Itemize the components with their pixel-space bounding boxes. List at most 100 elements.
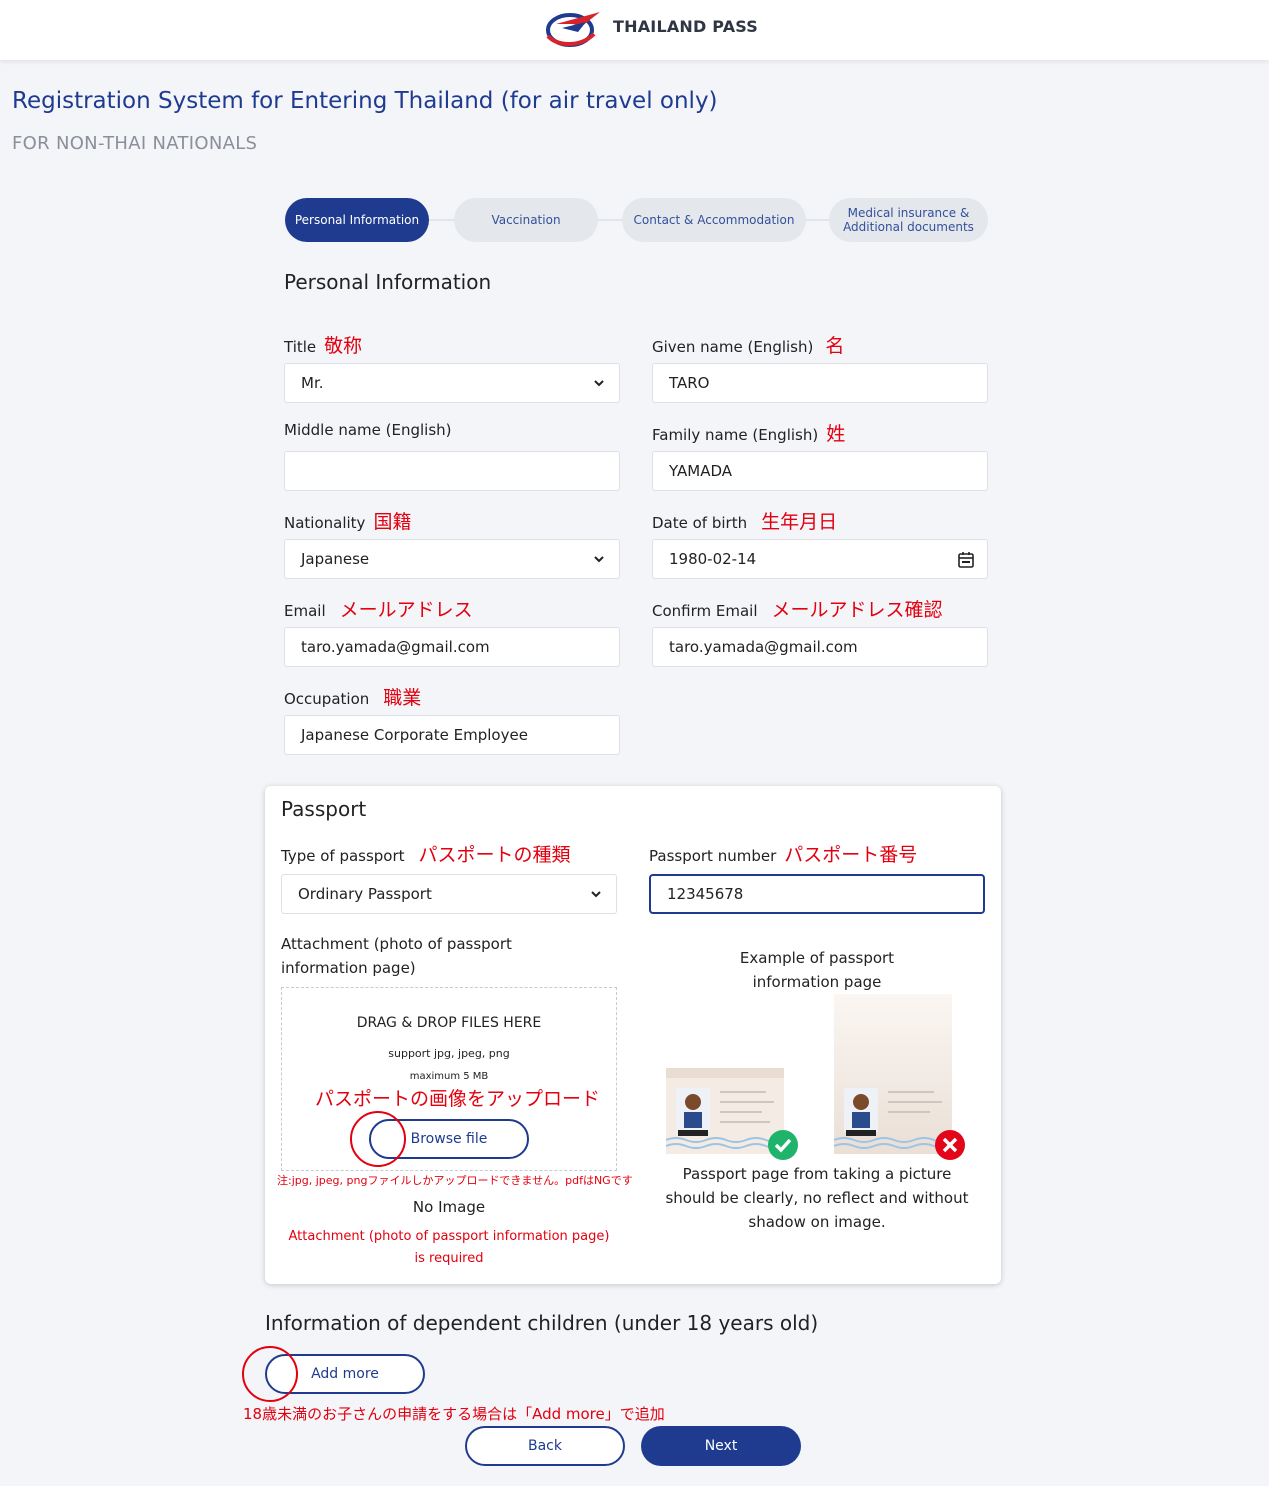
jp-annotation: 名 <box>825 335 845 357</box>
step-label: Personal Information <box>294 213 420 227</box>
page-title: Registration System for Entering Thailan… <box>12 88 718 114</box>
label-text: Type of passport <box>281 847 405 865</box>
passport-photo-caption: Passport page from taking a picture shou… <box>646 1162 988 1234</box>
label-text: Occupation <box>284 690 370 708</box>
attachment-label: Attachment (photo of passport informatio… <box>281 932 512 980</box>
error-line: is required <box>414 1251 484 1266</box>
input-value: YAMADA <box>669 462 733 480</box>
caption-line: Passport page from taking a picture <box>682 1165 952 1183</box>
jp-annotation: 敬称 <box>324 335 363 357</box>
jp-annotation: 生年月日 <box>761 511 838 533</box>
step-contact-accommodation[interactable]: Contact & Accommodation <box>622 198 806 242</box>
annotation-circle <box>242 1346 298 1402</box>
given-name-input[interactable]: TARO <box>652 363 988 403</box>
passport-number-input[interactable]: 12345678 <box>649 874 985 914</box>
top-bar: THAILAND PASS <box>0 0 1269 60</box>
nationality-label: Nationality 国籍 <box>284 507 411 534</box>
step-label: Contact & Accommodation <box>633 213 795 227</box>
label-text: Nationality <box>284 514 366 532</box>
select-value: Ordinary Passport <box>298 885 432 903</box>
jp-annotation: メールアドレス確認 <box>771 599 943 621</box>
confirm-email-input[interactable]: taro.yamada@gmail.com <box>652 627 988 667</box>
section-title-children: Information of dependent children (under… <box>265 1311 819 1335</box>
back-button[interactable]: Back <box>465 1426 625 1466</box>
email-label: Email メールアドレス <box>284 595 473 622</box>
input-value: Japanese Corporate Employee <box>301 726 528 744</box>
jp-annotation: パスポート番号 <box>784 844 918 866</box>
label-text: Date of birth <box>652 514 748 532</box>
dropzone-support: support jpg, jpeg, png <box>388 1047 510 1060</box>
jp-upload-annotation: パスポートの画像をアップロード <box>315 1088 601 1110</box>
page-subtitle: FOR NON-THAI NATIONALS <box>12 133 258 154</box>
select-value: Mr. <box>301 374 324 392</box>
label-text: Given name (English) <box>652 338 814 356</box>
example-line: Example of passport <box>739 949 895 967</box>
title-label: Title 敬称 <box>284 331 362 358</box>
dob-label: Date of birth 生年月日 <box>652 507 837 534</box>
step-label: Vaccination <box>491 213 561 227</box>
jp-annotation: 国籍 <box>373 511 412 533</box>
input-value: taro.yamada@gmail.com <box>301 638 490 656</box>
jp-annotation: パスポートの種類 <box>418 844 571 866</box>
chevron-down-icon <box>594 556 604 563</box>
no-image-text: No Image <box>412 1198 486 1216</box>
jp-annotation: 姓 <box>826 423 846 445</box>
brand-name: THAILAND PASS <box>613 17 759 36</box>
step-label: Medical insurance & Additional documents <box>843 206 974 234</box>
button-label: Next <box>704 1438 738 1454</box>
section-title-personal: Personal Information <box>284 270 492 294</box>
label-line: information page) <box>281 959 416 977</box>
caption-line: shadow on image. <box>748 1213 886 1231</box>
cross-icon <box>935 1130 965 1160</box>
middle-name-label: Middle name (English) <box>284 421 452 439</box>
input-value: 12345678 <box>667 885 744 903</box>
jp-children-note: 18歳未満のお子さんの申請をする場合は「Add more」で追加 <box>243 1405 665 1423</box>
label-text: Title <box>284 338 317 356</box>
button-label: Back <box>528 1438 562 1454</box>
error-line: Attachment (photo of passport informatio… <box>288 1229 610 1244</box>
button-label: Add more <box>311 1366 379 1382</box>
dropzone-title: DRAG & DROP FILES HERE <box>356 1015 542 1031</box>
button-label: Browse file <box>410 1131 488 1147</box>
input-value: TARO <box>669 374 710 392</box>
calendar-icon[interactable] <box>957 551 975 569</box>
middle-name-input[interactable] <box>284 451 620 491</box>
dob-input[interactable]: 1980-02-14 <box>652 539 988 579</box>
family-name-input[interactable]: YAMADA <box>652 451 988 491</box>
label-text: Middle name (English) <box>284 421 452 439</box>
label-line: Attachment (photo of passport <box>281 935 512 953</box>
email-input[interactable]: taro.yamada@gmail.com <box>284 627 620 667</box>
label-text: Email <box>284 602 326 620</box>
step-personal-information[interactable]: Personal Information <box>285 198 429 242</box>
occupation-input[interactable]: Japanese Corporate Employee <box>284 715 620 755</box>
input-value: taro.yamada@gmail.com <box>669 638 858 656</box>
step-medical-insurance[interactable]: Medical insurance & Additional documents <box>829 198 988 242</box>
step-label-line: Medical insurance & <box>847 206 970 220</box>
jp-annotation: 職業 <box>383 687 422 709</box>
jp-file-type-note: 注:jpg, jpeg, pngファイルしかアップロードできません。pdfはNG… <box>277 1174 633 1187</box>
label-text: Family name (English) <box>652 426 819 444</box>
passport-type-label: Type of passport パスポートの種類 <box>281 840 571 867</box>
attachment-error: Attachment (photo of passport informatio… <box>271 1226 627 1270</box>
chevron-down-icon <box>594 380 604 387</box>
step-vaccination[interactable]: Vaccination <box>454 198 598 242</box>
label-text: Confirm Email <box>652 602 758 620</box>
title-select[interactable]: Mr. <box>284 363 620 403</box>
select-value: Japanese <box>301 550 370 568</box>
given-name-label: Given name (English) 名 <box>652 331 844 358</box>
nationality-select[interactable]: Japanese <box>284 539 620 579</box>
example-title: Example of passport information page <box>649 946 985 994</box>
next-button[interactable]: Next <box>641 1426 801 1466</box>
input-value: 1980-02-14 <box>669 550 757 568</box>
step-label-line: Additional documents <box>843 220 974 234</box>
annotation-circle <box>350 1111 406 1167</box>
example-line: information page <box>752 973 882 991</box>
dropzone-max-size: maximum 5 MB <box>409 1071 489 1082</box>
family-name-label: Family name (English) 姓 <box>652 419 845 446</box>
thailand-pass-logo <box>546 12 600 47</box>
passport-type-select[interactable]: Ordinary Passport <box>281 874 617 914</box>
occupation-label: Occupation 職業 <box>284 683 421 710</box>
check-icon <box>768 1130 798 1160</box>
jp-annotation: メールアドレス <box>339 599 473 621</box>
chevron-down-icon <box>591 891 601 898</box>
